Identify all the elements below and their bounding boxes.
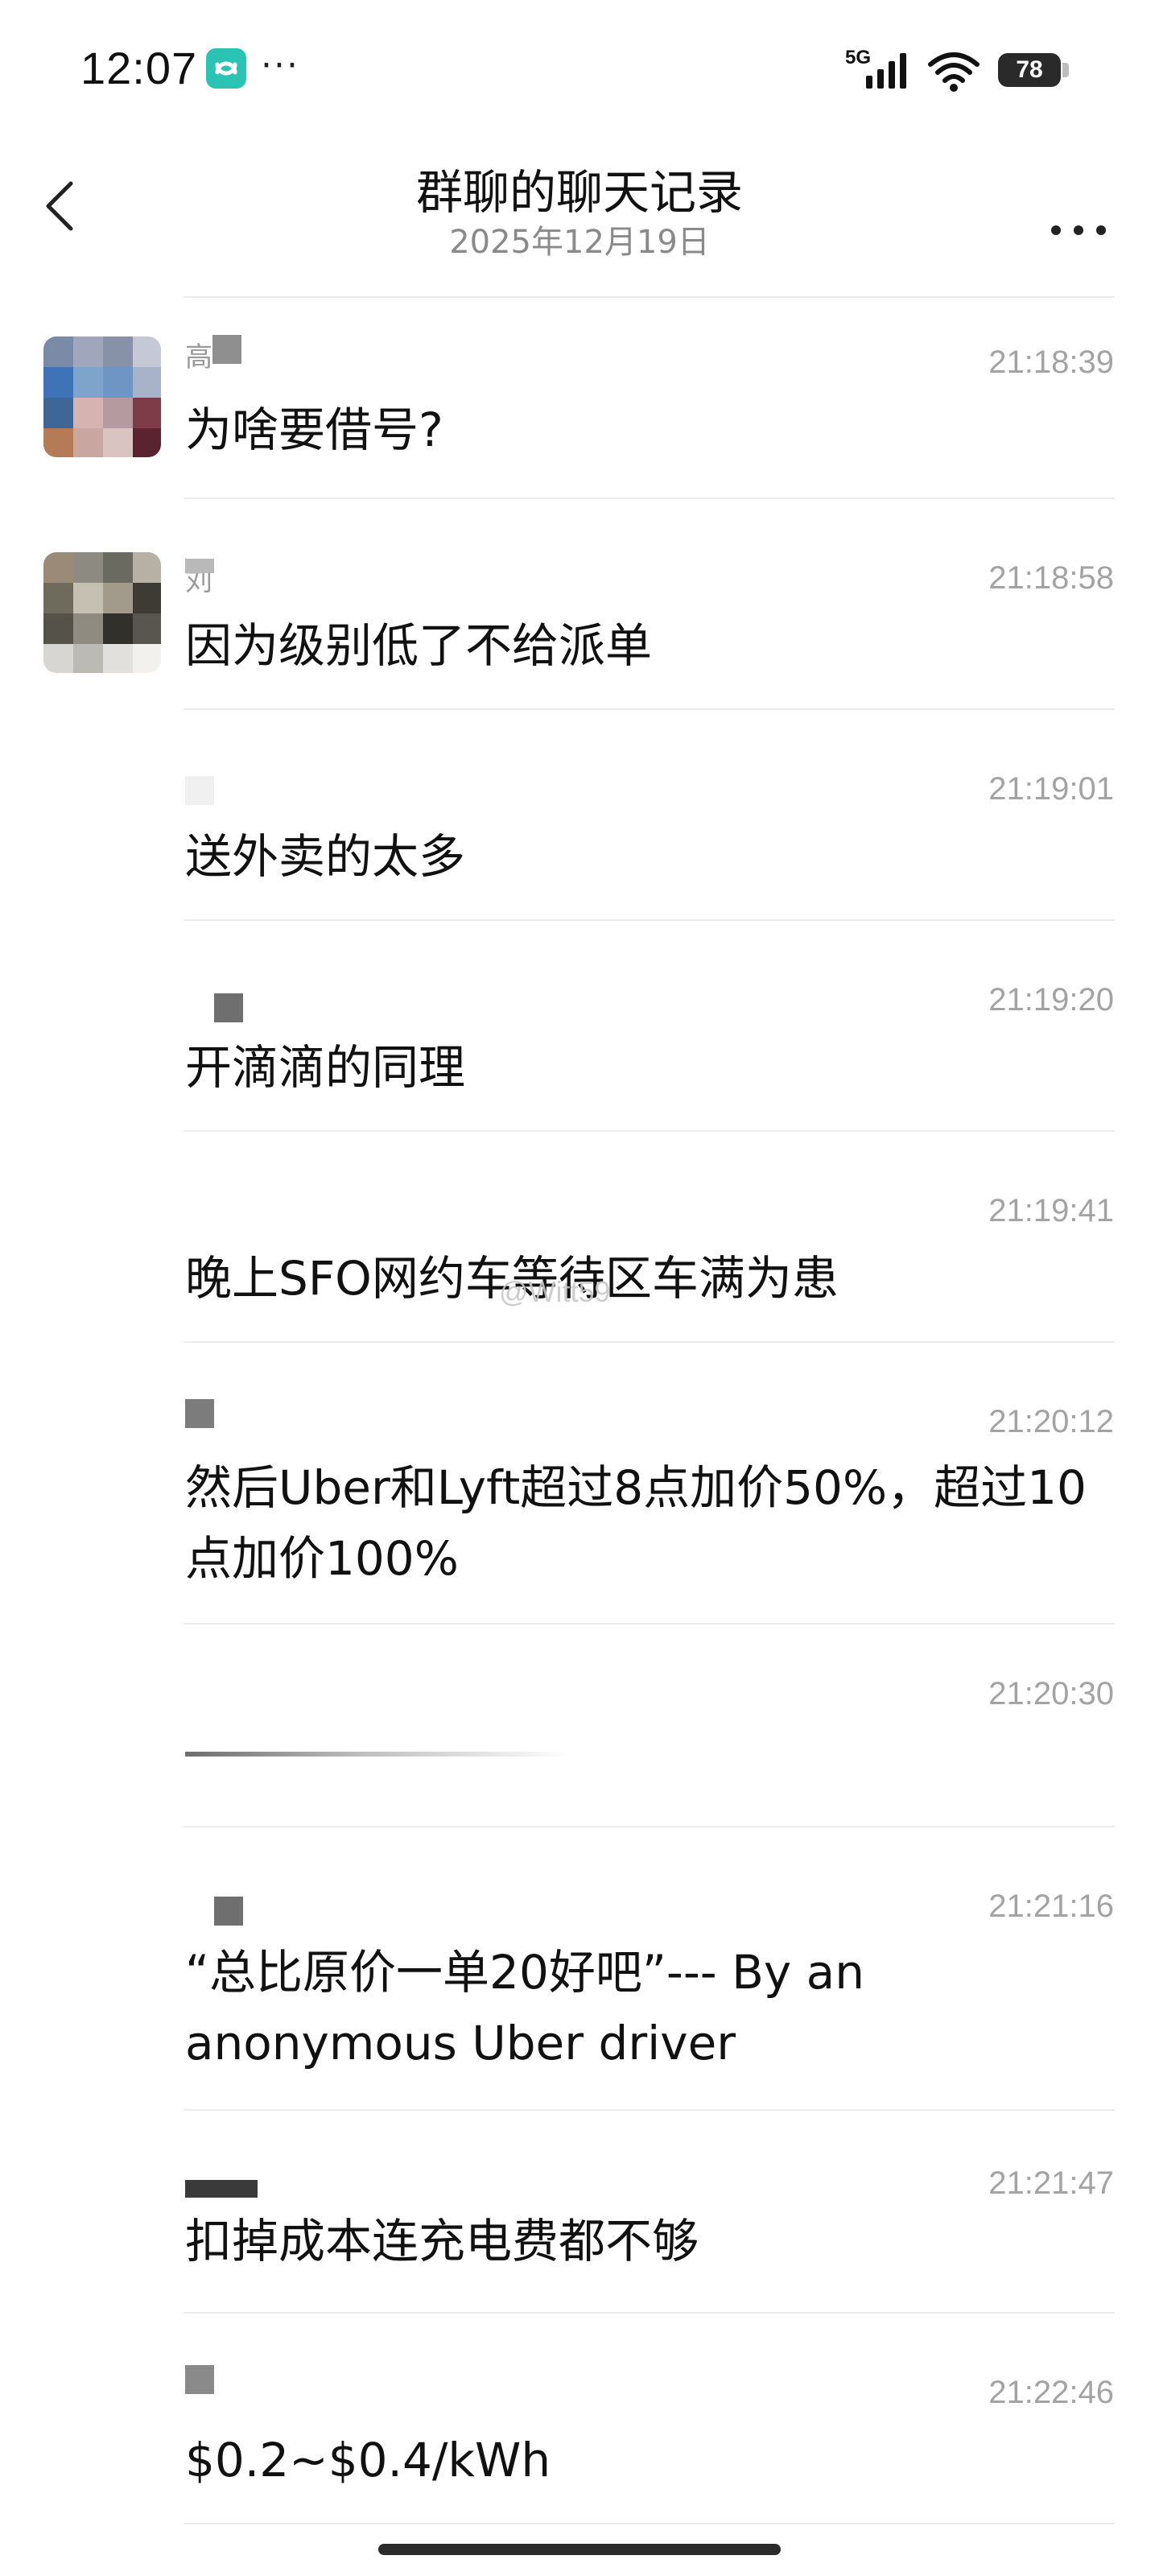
- message-text: 开滴滴的同理: [185, 1040, 466, 1095]
- message-time: 21:19:41: [988, 1193, 1114, 1228]
- message-text: 然后Uber和Lyft超过8点加价50%，超过10 点加价100%: [185, 1460, 1087, 1586]
- battery-cap: [1062, 63, 1069, 77]
- status-bar: 12:07 ··· 5G 78: [0, 0, 1159, 145]
- home-indicator[interactable]: [378, 2544, 781, 2555]
- message-item: 21:22:46 $0.2~$0.4/kWh: [0, 2314, 1159, 2524]
- avatar[interactable]: [43, 552, 161, 673]
- message-item: 21:19:20 开滴滴的同理: [0, 921, 1159, 1132]
- status-time: 12:07: [80, 43, 198, 93]
- wifi-icon: [928, 52, 980, 92]
- page-title: 群聊的聊天记录: [415, 165, 743, 220]
- message-time: 21:22:46: [988, 2375, 1114, 2410]
- message-item: 21:19:41 晚上SFO网约车等待区车满为患: [0, 1132, 1159, 1343]
- status-overflow-icon: ···: [261, 45, 299, 86]
- message-text: “总比原价一单20好吧”--- By an anonymous Uber dri…: [185, 1945, 864, 2070]
- more-icon: [1051, 225, 1106, 235]
- page-subtitle: 2025年12月19日: [449, 224, 710, 261]
- battery-icon: 78: [998, 53, 1061, 87]
- nav-header: 群聊的聊天记录 2025年12月19日: [0, 145, 1159, 290]
- message-text: 为啥要借号?: [185, 402, 443, 457]
- message-time: 21:19:20: [988, 982, 1114, 1018]
- message-item: 21:20:30: [0, 1624, 1159, 1827]
- message-text: $0.2~$0.4/kWh: [185, 2433, 551, 2487]
- message-time: 21:18:39: [988, 345, 1114, 380]
- message-time: 21:20:12: [988, 1404, 1114, 1439]
- message-item: 21:19:01 送外卖的太多: [0, 710, 1159, 921]
- message-text: 因为级别低了不给派单: [185, 618, 653, 673]
- message-divider: [184, 2523, 1115, 2524]
- message-time: 21:18:58: [988, 560, 1114, 596]
- message-text: 送外卖的太多: [185, 829, 466, 884]
- sender-name: 高: [185, 335, 241, 374]
- sender-name: 刘: [185, 559, 214, 597]
- message-item: 21:20:12 然后Uber和Lyft超过8点加价50%，超过10 点加价10…: [0, 1343, 1159, 1624]
- app-badge-icon: [206, 48, 246, 89]
- media-placeholder[interactable]: [185, 1752, 571, 1757]
- status-indicators: 5G 78: [845, 47, 1079, 95]
- battery-level: 78: [1016, 56, 1043, 83]
- more-button[interactable]: [1038, 174, 1119, 238]
- message-item: 21:21:16 “总比原价一单20好吧”--- By an anonymous…: [0, 1827, 1159, 2111]
- message-text: 扣掉成本连充电费都不够: [185, 2214, 699, 2268]
- message-item: 高 21:18:39 为啥要借号?: [0, 298, 1159, 499]
- avatar[interactable]: [43, 336, 161, 457]
- message-item: 21:21:47 扣掉成本连充电费都不够: [0, 2111, 1159, 2314]
- message-time: 21:21:16: [988, 1889, 1114, 1924]
- message-time: 21:19:01: [988, 771, 1114, 807]
- message-item: 刘 21:18:58 因为级别低了不给派单: [0, 499, 1159, 710]
- cellular-signal-icon: 5G: [845, 47, 918, 95]
- message-text: 晚上SFO网约车等待区车满为患: [185, 1251, 839, 1306]
- message-time: 21:20:30: [988, 1676, 1114, 1711]
- message-time: 21:21:47: [988, 2165, 1114, 2201]
- watermark: @Witt59: [499, 1275, 611, 1308]
